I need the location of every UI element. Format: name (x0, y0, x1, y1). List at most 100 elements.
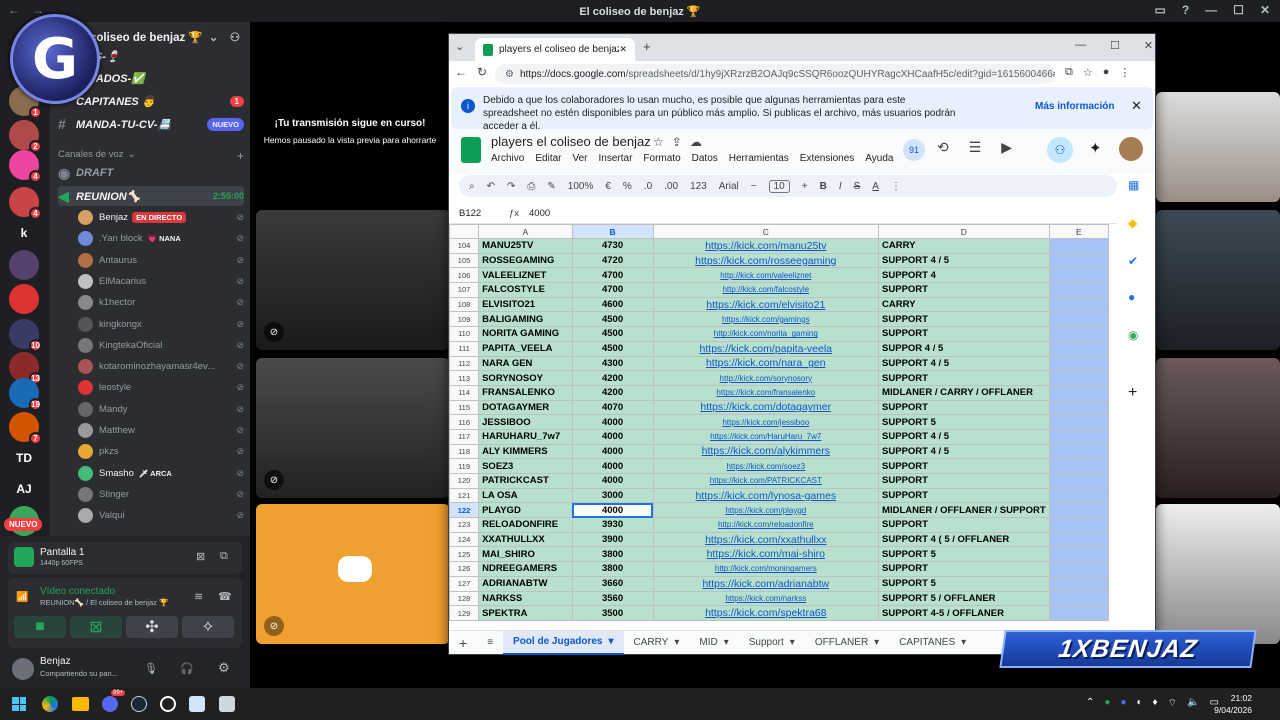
role-cell[interactable]: MIDLANER / OFFLANER / SUPPORT (878, 502, 1050, 519)
edge-icon[interactable] (42, 696, 58, 712)
strikethrough-icon[interactable]: S (854, 181, 861, 192)
sheet-tab[interactable]: OFFLANER ▾ (805, 631, 889, 655)
server-icon[interactable]: 10 (9, 319, 42, 352)
voice-channel-active[interactable]: ◀ REUNION🦴 2:55:00 (58, 186, 244, 206)
voice-user-row[interactable]: k1hector ⊘ (78, 292, 246, 313)
empty-cell[interactable] (1048, 428, 1109, 445)
maximize-icon[interactable]: ☐ (1233, 3, 1244, 17)
player-cell[interactable]: JESSIBOO (478, 414, 573, 430)
role-cell[interactable]: SUPPORT 4 / 5 (878, 443, 1050, 460)
mmr-cell[interactable]: 3800 (571, 561, 654, 577)
gemini-icon[interactable]: ✦ (1089, 139, 1102, 157)
print-icon[interactable]: ⎙ (527, 181, 535, 192)
mmr-cell[interactable]: 4500 (571, 326, 654, 342)
player-cell[interactable]: SOEZ3 (478, 458, 573, 474)
file-explorer-icon[interactable] (72, 697, 89, 711)
link-text[interactable]: https://kick.com/manu25tv (705, 240, 826, 252)
player-cell[interactable]: FALCOSTYLE (478, 282, 573, 298)
player-cell[interactable]: BALIGAMING (478, 311, 573, 328)
minimize-icon[interactable]: — (1075, 39, 1086, 52)
server-icon[interactable]: TD (9, 443, 39, 473)
link-cell[interactable]: https://kick.com/papita-veela (652, 340, 880, 357)
mmr-cell[interactable]: 4000 (571, 458, 654, 474)
role-cell[interactable]: CARRY (878, 238, 1050, 254)
link-cell[interactable]: https://kick.com/fransalenko (652, 384, 880, 401)
link-text[interactable]: https://kick.com/rosseegaming (695, 255, 836, 267)
voice-user-row[interactable]: Matthew ⊘ (78, 420, 246, 441)
row-header[interactable]: 124 (449, 531, 480, 548)
extension-icon[interactable]: ⧉ (1065, 66, 1073, 79)
role-cell[interactable]: SUPPORT (878, 326, 1050, 342)
screen-share-card[interactable]: Pantalla 1 1440p 60FPS ⊠ ⧉ (8, 542, 242, 574)
undo-icon[interactable]: ↶ (487, 181, 495, 192)
mmr-cell[interactable]: 4720 (571, 252, 654, 269)
mmr-cell[interactable]: 4000 (571, 414, 654, 430)
dropdown-icon[interactable]: ▾ (874, 637, 879, 648)
sheet-tab[interactable]: Support ▾ (739, 631, 805, 655)
link-text[interactable]: https://kick.com/fransalenko (716, 388, 815, 397)
link-text[interactable]: https://kick.com/PATRICKCAST (710, 476, 822, 485)
mmr-cell[interactable]: 4000 (571, 473, 654, 489)
currency-button[interactable]: € (605, 181, 611, 192)
link-text[interactable]: https://kick.com/xxathullxx (705, 534, 826, 546)
link-text[interactable]: https://kick.com/HaruHaru_7w7 (710, 432, 821, 441)
link-text[interactable]: http://kick.com/falcostyle (722, 285, 809, 294)
voice-channel-path[interactable]: REUNION🦴 / El coliseo de benjaz 🏆 (40, 598, 168, 607)
calculator-icon[interactable] (219, 696, 235, 712)
player-cell[interactable]: ADRIANABTW (478, 575, 573, 592)
increase-decimal-button[interactable]: .00 (664, 181, 678, 192)
mmr-cell[interactable]: 3930 (571, 517, 654, 533)
link-text[interactable]: https://kick.com/jessiboo (722, 418, 809, 427)
link-cell[interactable]: https://kick.com/narkss (652, 590, 880, 607)
link-cell[interactable]: https://kick.com/nara_gen (652, 355, 880, 372)
avatar[interactable] (78, 316, 93, 332)
reload-icon[interactable]: ↻ (477, 65, 487, 79)
row-header[interactable]: 111 (449, 340, 480, 357)
link-text[interactable]: https://kick.com/lynosa-games (695, 490, 836, 502)
mmr-cell[interactable]: 4200 (571, 370, 654, 386)
empty-cell[interactable] (1048, 590, 1109, 607)
avatar[interactable] (78, 337, 93, 353)
voice-user-row[interactable]: kingkongx ⊘ (78, 314, 246, 335)
row-header[interactable]: 127 (449, 575, 480, 592)
maps-icon[interactable]: ◉ (1128, 328, 1138, 342)
avatar[interactable] (78, 486, 93, 502)
move-icon[interactable]: ⇪ (672, 135, 682, 149)
empty-cell[interactable] (1048, 487, 1109, 504)
bookmark-icon[interactable]: ☆ (1083, 66, 1093, 79)
player-cell[interactable]: PATRICKCAST (478, 473, 573, 489)
row-header[interactable]: 113 (449, 370, 480, 386)
link-cell[interactable]: https://kick.com/alykimmers (652, 443, 880, 460)
chevron-down-icon[interactable]: ⌄ (209, 30, 219, 44)
link-text[interactable]: http://kick.com/norita_gaming (714, 329, 818, 338)
avatar[interactable] (78, 252, 93, 268)
player-cell[interactable]: PAPITA_VEELA (478, 340, 573, 357)
row-header[interactable]: 118 (449, 443, 480, 460)
microphone-icon[interactable]: 🎙 (144, 662, 158, 675)
back-arrow-icon[interactable]: ← (455, 65, 467, 79)
menu-item[interactable]: Ver (572, 153, 587, 164)
link-cell[interactable]: http://kick.com/moningamers (652, 561, 880, 577)
player-cell[interactable]: FRANSALENKO (478, 384, 573, 401)
steam-icon[interactable] (131, 696, 147, 712)
corner-cell[interactable] (449, 224, 480, 239)
comment-icon[interactable]: ☰ (969, 139, 982, 156)
server-icon[interactable]: 7 (9, 412, 42, 445)
meet-icon[interactable]: ▶ (1001, 139, 1012, 156)
row-header[interactable]: 120 (449, 473, 480, 489)
empty-cell[interactable] (1048, 443, 1109, 460)
role-cell[interactable]: SUPPOR 4 / 5 (878, 340, 1050, 357)
voice-user-row[interactable]: ElMacarius ⊘ (78, 271, 246, 292)
font-size-decrease[interactable]: − (751, 181, 757, 192)
role-cell[interactable]: SUPPORT 4 (878, 267, 1050, 284)
role-cell[interactable]: SUPPORT 4-5 / OFFLANER (878, 605, 1050, 621)
link-text[interactable]: https://kick.com/gamings (722, 315, 810, 324)
role-cell[interactable]: SUPPORT 4 ( 5 / OFFLANER (878, 531, 1050, 548)
player-cell[interactable]: LA OSA (478, 487, 573, 504)
role-cell[interactable]: SUPPORT 4 / 5 (878, 355, 1050, 372)
sheet-tab[interactable]: CARRY ▾ (624, 631, 690, 655)
windows-start-icon[interactable] (12, 697, 26, 711)
sheets-logo-icon[interactable] (461, 137, 481, 163)
video-tile[interactable] (1156, 504, 1280, 644)
empty-cell[interactable] (1048, 355, 1109, 372)
